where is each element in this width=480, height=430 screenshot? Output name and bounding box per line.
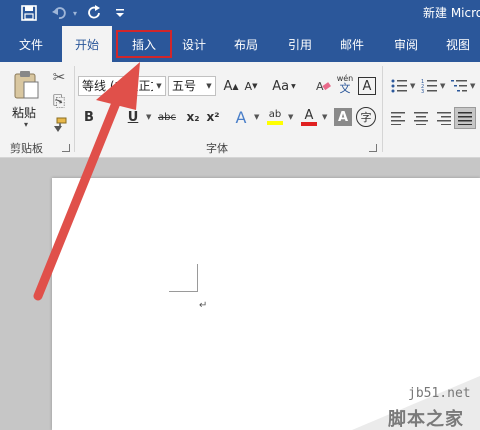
paragraph-mark-icon: ↵ (199, 300, 208, 311)
font-color-dropdown-icon[interactable]: ▼ (322, 113, 327, 121)
text-effects-button[interactable]: A (230, 106, 252, 128)
tab-design[interactable]: 设计 (176, 26, 212, 62)
justify-icon[interactable] (454, 107, 476, 129)
undo-icon[interactable] (48, 3, 70, 23)
ribbon-tab-row: 文件 开始 插入 设计 布局 引用 邮件 审阅 视图 (0, 26, 480, 62)
multilevel-dropdown-icon[interactable]: ▼ (470, 82, 475, 90)
clear-format-icon[interactable]: A (312, 75, 334, 97)
bullets-icon[interactable] (388, 75, 410, 97)
watermark-site: jb51.net (408, 386, 471, 401)
bold-button[interactable]: B (78, 106, 100, 128)
paste-button[interactable]: 粘贴 (12, 104, 36, 121)
tab-references[interactable]: 引用 (282, 26, 318, 62)
undo-dropdown-icon[interactable]: ▾ (70, 3, 80, 23)
phonetic-guide-button[interactable]: wén 文 (334, 73, 356, 95)
change-case-icon: Aa (272, 78, 290, 94)
numbering-icon[interactable]: 123 (418, 75, 440, 97)
tab-layout[interactable]: 布局 (228, 26, 264, 62)
clipboard-launcher-icon[interactable] (62, 144, 70, 152)
phonetic-char: 文 (339, 82, 351, 95)
character-shading-button[interactable]: A (334, 108, 352, 126)
save-icon[interactable] (18, 3, 40, 23)
change-case-button[interactable]: Aa ▼ (270, 75, 298, 97)
highlight-dropdown-icon[interactable]: ▼ (288, 113, 293, 121)
character-border-button[interactable]: A (358, 77, 376, 95)
font-name-select[interactable]: 等线 (中文正文 ▼ (78, 76, 166, 96)
chevron-down-icon[interactable]: ▼ (153, 77, 165, 95)
align-center-icon[interactable] (410, 107, 432, 129)
margin-corner-mark (197, 264, 198, 292)
multilevel-list-icon[interactable] (448, 75, 470, 97)
align-left-icon[interactable] (388, 107, 410, 129)
group-divider (74, 66, 75, 152)
highlight-button[interactable]: ab (264, 106, 286, 128)
font-name-value: 等线 (中文正文 (82, 79, 163, 93)
align-right-icon[interactable] (432, 107, 454, 129)
clipboard-group-label: 剪贴板 (10, 142, 43, 155)
numbering-dropdown-icon[interactable]: ▼ (440, 82, 445, 90)
tab-file[interactable]: 文件 (0, 26, 62, 62)
strikethrough-button[interactable]: abc (154, 106, 180, 128)
tab-view[interactable]: 视图 (440, 26, 476, 62)
title-bar: ▾ 新建 Micro (0, 0, 480, 26)
svg-text:3: 3 (421, 89, 424, 93)
tab-insert[interactable]: 插入 (112, 26, 176, 62)
paste-icon[interactable] (12, 70, 40, 100)
paste-dropdown-icon[interactable]: ▾ (24, 120, 28, 129)
italic-button[interactable]: I (100, 106, 122, 128)
shrink-font-button[interactable]: A ▼ (240, 75, 262, 97)
ribbon-home: 粘贴 ▾ ✂ ⎘ 剪贴板 等线 (中文正文 ▼ 五号 ▼ A ▲ A ▼ Aa ▼ A (0, 62, 480, 158)
grow-font-button[interactable]: A ▲ (220, 75, 242, 97)
font-size-select[interactable]: 五号 ▼ (168, 76, 216, 96)
highlight-icon: ab (268, 109, 282, 120)
margin-corner-mark (169, 291, 197, 292)
underline-button[interactable]: U (122, 106, 144, 128)
format-painter-icon[interactable] (48, 114, 70, 136)
font-launcher-icon[interactable] (369, 144, 377, 152)
highlight-color-bar (267, 121, 283, 125)
group-divider (382, 66, 383, 152)
redo-icon[interactable] (84, 3, 106, 23)
window-title: 新建 Micro (423, 6, 480, 20)
bullets-dropdown-icon[interactable]: ▼ (410, 82, 415, 90)
font-group-label: 字体 (206, 142, 228, 155)
superscript-button[interactable]: x² (202, 106, 224, 128)
grow-font-icon: A (223, 78, 233, 94)
copy-icon[interactable]: ⎘ (48, 90, 70, 112)
underline-dropdown-icon[interactable]: ▼ (146, 113, 151, 121)
watermark-name: 脚本之家 (388, 409, 464, 430)
font-color-icon: A (304, 107, 314, 123)
tab-review[interactable]: 审阅 (388, 26, 424, 62)
cut-icon[interactable]: ✂ (48, 66, 70, 88)
tab-home[interactable]: 开始 (62, 26, 112, 62)
font-color-button[interactable]: A (298, 106, 320, 128)
chevron-down-icon[interactable]: ▼ (203, 77, 215, 95)
font-color-bar (301, 121, 317, 126)
customize-qat-icon[interactable] (112, 3, 128, 23)
font-size-value: 五号 (172, 79, 197, 93)
subscript-button[interactable]: x₂ (182, 106, 204, 128)
shrink-font-icon: A (244, 79, 253, 93)
tab-mailings[interactable]: 邮件 (334, 26, 370, 62)
enclose-characters-button[interactable]: 字 (356, 107, 376, 127)
text-effects-dropdown-icon[interactable]: ▼ (254, 113, 259, 121)
